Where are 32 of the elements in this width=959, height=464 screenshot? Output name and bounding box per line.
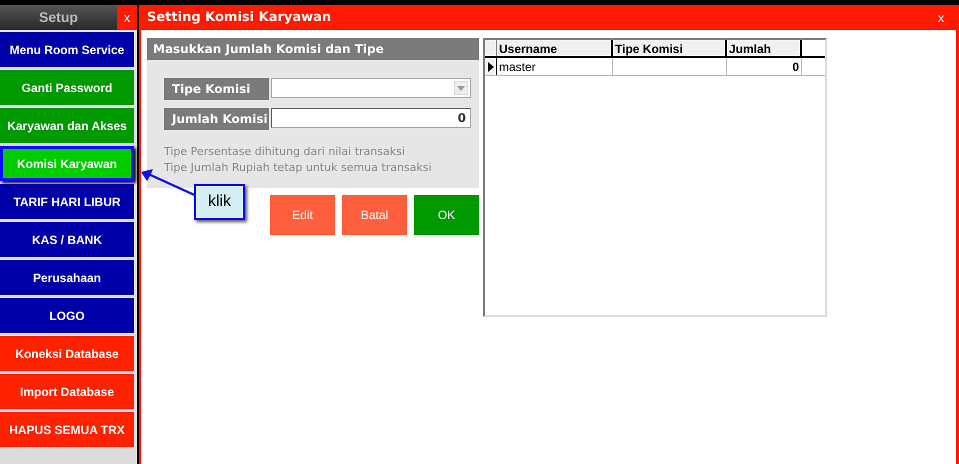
sidebar-title: Setup [39, 8, 78, 27]
window-title: Setting Komisi Karyawan [146, 8, 332, 27]
sidebar-item[interactable]: Karyawan dan Akses [0, 108, 134, 143]
action-button[interactable]: Batal [342, 195, 407, 235]
column-header: Username [497, 40, 613, 56]
table-cell: 0 [727, 58, 802, 75]
input-field[interactable]: 0 [271, 108, 471, 128]
sidebar-item[interactable]: Komisi Karyawan [0, 146, 134, 181]
sidebar-item[interactable]: Ganti Password [0, 70, 134, 105]
sidebar-item[interactable]: Perusahaan [0, 260, 134, 295]
table-cell: master [497, 58, 613, 75]
action-button[interactable]: Edit [270, 195, 335, 235]
sidebar-item[interactable]: Menu Room Service [0, 32, 134, 67]
callout-text: klik [208, 192, 232, 212]
dropdown-field[interactable] [271, 78, 471, 98]
sidebar-item[interactable]: Import Database [0, 374, 134, 409]
close-button[interactable]: x [117, 5, 137, 30]
caret-icon [454, 81, 468, 95]
hint-text: Tipe Persentase dihitung dari nilai transaksi [164, 144, 406, 160]
sidebar-item[interactable]: Koneksi Database [0, 336, 134, 371]
sidebar-item[interactable]: KAS / BANK [0, 222, 134, 257]
field-label: Tipe Komisi [164, 78, 269, 100]
field-label: Jumlah Komisi [164, 108, 269, 130]
hint-text: Tipe Jumlah Rupiah tetap untuk semua transaksi [164, 160, 433, 176]
close-button[interactable]: x [926, 8, 956, 26]
panel-title: Masukkan Jumlah Komisi dan Tipe [153, 41, 384, 58]
action-button[interactable]: OK [414, 195, 479, 235]
column-header: Jumlah [727, 40, 802, 56]
sidebar-item[interactable]: LOGO [0, 298, 134, 333]
sidebar-item[interactable]: TARIF HARI LIBUR [0, 184, 134, 219]
sidebar-item[interactable]: HAPUS SEMUA TRX [0, 412, 134, 447]
column-header: Tipe Komisi [613, 40, 727, 56]
